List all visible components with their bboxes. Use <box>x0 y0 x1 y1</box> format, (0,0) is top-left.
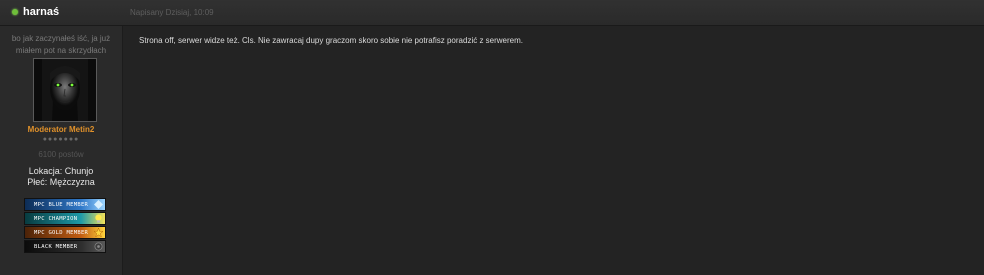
gold-star-icon <box>94 228 103 237</box>
badge-champion: MPC CHAMPION <box>24 212 106 225</box>
badge-label: MPC CHAMPION <box>34 216 78 222</box>
rank-stars: ●●●●●●● <box>42 136 80 143</box>
badge-black-member: BLACK MEMBER <box>24 240 106 253</box>
online-status-icon <box>12 9 18 15</box>
user-rank: Moderator Metin2 <box>27 125 95 134</box>
badge-gold-member: MPC GOLD MEMBER <box>24 226 106 239</box>
avatar-image <box>34 59 96 121</box>
user-title-line2: miałem pot na skrzydłach <box>15 46 107 55</box>
post-author-username[interactable]: harnaś <box>23 6 59 18</box>
badge-label: BLACK MEMBER <box>34 244 78 250</box>
post-date: Napisany Dzisiaj, 10:09 <box>130 8 214 17</box>
badge-label: MPC BLUE MEMBER <box>34 202 89 208</box>
user-location: Lokacja: Chunjo <box>28 166 94 176</box>
post-message: Strona off, serwer widze też. Cls. Nie z… <box>139 36 524 45</box>
user-gender: Płeć: Mężczyzna <box>27 177 95 187</box>
post-header: harnaś Napisany Dzisiaj, 10:09 <box>0 0 984 26</box>
black-emblem-icon <box>94 242 103 251</box>
badge-blue-member: MPC BLUE MEMBER <box>24 198 106 211</box>
badge-label: MPC GOLD MEMBER <box>34 230 89 236</box>
user-title: bo jak zaczynałeś iść, ja już miałem pot… <box>4 33 118 57</box>
user-title-line1: bo jak zaczynałeś iść, ja już <box>11 34 111 43</box>
avatar[interactable] <box>33 58 97 122</box>
author-sidebar: bo jak zaczynałeś iść, ja już miałem pot… <box>0 26 123 275</box>
badge-list: MPC BLUE MEMBER MPC CHAMPION MPC GOLD ME… <box>24 198 106 254</box>
post-content: Strona off, serwer widze też. Cls. Nie z… <box>123 26 984 275</box>
blue-member-icon <box>94 200 103 209</box>
post-count: 6100 postów <box>38 150 84 159</box>
lightbulb-icon <box>95 214 102 223</box>
